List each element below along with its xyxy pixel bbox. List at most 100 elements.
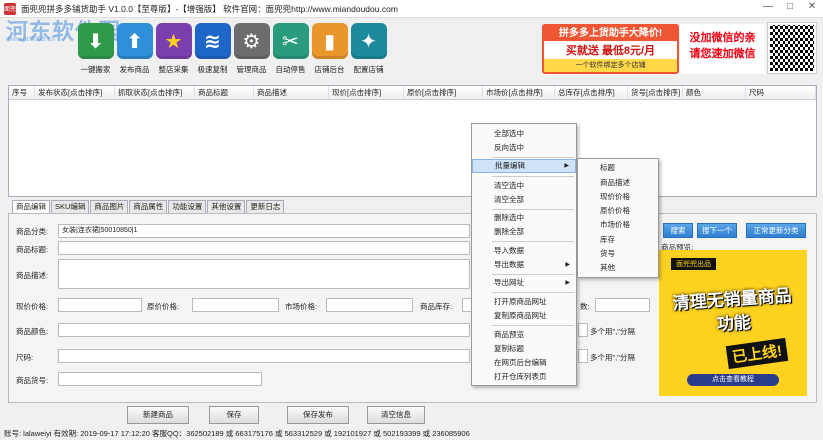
tool-publish[interactable]: ⬆ 发布商品 <box>115 20 154 80</box>
submenu-stock[interactable]: 库存 <box>578 233 658 247</box>
search-next-button[interactable]: 搜下一个 <box>697 223 737 238</box>
color-field-tail[interactable] <box>578 323 588 337</box>
menu-invert-select[interactable]: 反向选中 <box>472 141 576 155</box>
submenu-orig-price[interactable]: 原价价格 <box>578 204 658 218</box>
col-color[interactable]: 颜色 <box>683 86 746 99</box>
preview-image[interactable]: 面兜兜出品 清理无销量商品功能 已上线! 点击查看教程 <box>659 250 807 396</box>
menu-delete-all[interactable]: 删除全部 <box>472 225 576 239</box>
menu-preview[interactable]: 商品预览 <box>472 328 576 342</box>
new-product-button[interactable]: 新建商品 <box>127 406 189 424</box>
col-desc[interactable]: 商品描述 <box>254 86 329 99</box>
tab-sku-edit[interactable]: SKU编辑 <box>51 200 90 213</box>
close-icon[interactable]: ✕ <box>805 1 819 12</box>
search-button[interactable]: 搜索 <box>663 223 693 238</box>
price-field[interactable] <box>58 298 142 312</box>
menu-copy-source-url[interactable]: 复制原商品网址 <box>472 309 576 323</box>
tool-config-shop[interactable]: ✦ 配置店铺 <box>349 20 388 80</box>
size-sep-hint: 多个用","分隔 <box>590 353 635 362</box>
tool-manage[interactable]: ⚙ 管理商品 <box>232 20 271 80</box>
orig-price-field[interactable] <box>192 298 279 312</box>
promo-banner[interactable]: 拼多多上货助手大降价! 买就送 最低8元/月 一个软件绑定多个店铺 <box>542 24 679 74</box>
layers-icon: ≋ <box>194 23 231 59</box>
tab-images[interactable]: 商品图片 <box>90 200 129 213</box>
tool-fast-copy[interactable]: ≋ 极速复制 <box>193 20 232 80</box>
tab-other-settings[interactable]: 其他设置 <box>207 200 246 213</box>
tool-shop-admin[interactable]: ▮ 店铺后台 <box>310 20 349 80</box>
maximize-icon[interactable]: □ <box>783 1 797 12</box>
main-toolbar: ⬇ 一键搬家 ⬆ 发布商品 ★ 整店采集 ≋ 极速复制 ⚙ 管理商品 ✂ 自动停售 ▮ 店铺后… <box>76 20 388 80</box>
submenu-market-price[interactable]: 市场价格 <box>578 218 658 232</box>
submenu-sku[interactable]: 货号 <box>578 247 658 261</box>
clear-button[interactable]: 清空信息 <box>367 406 425 424</box>
menu-separator <box>492 176 574 177</box>
col-market-price[interactable]: 市场价[点击排序] <box>483 86 555 99</box>
col-index[interactable]: 序号 <box>9 86 35 99</box>
banner-price: 买就送 最低8元/月 <box>565 45 656 57</box>
col-size[interactable]: 尺码 <box>746 86 816 99</box>
menu-open-warehouse[interactable]: 打开仓库列表页 <box>472 370 576 384</box>
size-field[interactable] <box>58 349 470 363</box>
col-sku[interactable]: 货号[点击排序] <box>628 86 683 99</box>
save-button[interactable]: 保存 <box>209 406 259 424</box>
menu-clear-all[interactable]: 清空全部 <box>472 193 576 207</box>
editor-tabs: 商品编辑 SKU编辑 商品图片 商品属性 功能设置 其他设置 更新日志 <box>12 200 285 213</box>
product-grid[interactable]: 序号 发布状态[点击排序] 抓取状态[点击排序] 商品标题 商品描述 现价[点击… <box>8 85 817 197</box>
menu-batch-edit[interactable]: 批量编辑 ▶ <box>472 159 576 173</box>
menu-copy-title[interactable]: 复制标题 <box>472 342 576 356</box>
col-fetch-status[interactable]: 抓取状态[点击排序] <box>115 86 195 99</box>
tool-one-click-move[interactable]: ⬇ 一键搬家 <box>76 20 115 80</box>
preview-tutorial-button[interactable]: 点击查看教程 <box>687 374 779 386</box>
col-stock[interactable]: 总库存[点击排序] <box>555 86 628 99</box>
menu-export-url[interactable]: 导出网址 ▶ <box>472 276 576 290</box>
col-title[interactable]: 商品标题 <box>195 86 254 99</box>
desc-field[interactable] <box>58 259 470 289</box>
menu-open-source-url[interactable]: 打开原商品网址 <box>472 295 576 309</box>
submenu-title[interactable]: 标题 <box>578 161 658 175</box>
menu-clear-selected[interactable]: 清空选中 <box>472 179 576 193</box>
tool-shop-collect[interactable]: ★ 整店采集 <box>154 20 193 80</box>
preview-online: 已上线! <box>725 337 789 370</box>
menu-delete-selected[interactable]: 删除选中 <box>472 211 576 225</box>
tab-changelog[interactable]: 更新日志 <box>246 200 285 213</box>
tab-function-settings[interactable]: 功能设置 <box>168 200 207 213</box>
menu-select-all[interactable]: 全部选中 <box>472 127 576 141</box>
tab-attributes[interactable]: 商品属性 <box>129 200 168 213</box>
title-bar: 面兜 面兜兜拼多多铺货助手 V1.0.0【至尊版】-【增强版】 软件官网：面兜兜… <box>0 0 823 18</box>
wechat-banner[interactable]: 没加微信的亲 请您速加微信 <box>680 24 765 74</box>
category-field[interactable]: 女装|连衣裙|50010850|1 <box>58 224 470 238</box>
tools-icon: ✦ <box>350 23 387 59</box>
menu-separator <box>492 157 574 158</box>
menu-edit-in-backend[interactable]: 在网页后台编辑 <box>472 356 576 370</box>
color-field[interactable] <box>58 323 470 337</box>
sku-label: 商品货号: <box>16 376 49 385</box>
col-price[interactable]: 现价[点击排序] <box>329 86 404 99</box>
update-category-button[interactable]: 正常更新分类 <box>746 223 806 238</box>
size-label: 尺码: <box>16 353 34 362</box>
size-field-tail[interactable] <box>578 349 588 363</box>
col-publish-status[interactable]: 发布状态[点击排序] <box>35 86 115 99</box>
weight-field[interactable] <box>595 298 650 312</box>
col-orig-price[interactable]: 原价[点击排序] <box>404 86 483 99</box>
download-icon: ⬇ <box>77 23 114 59</box>
menu-separator <box>492 274 574 275</box>
tab-product-edit[interactable]: 商品编辑 <box>12 200 50 213</box>
banner-footer: 一个软件绑定多个店铺 <box>544 59 677 72</box>
menu-export-data[interactable]: 导出数据 ▶ <box>472 258 576 272</box>
menu-import-data[interactable]: 导入数据 <box>472 244 576 258</box>
submenu-desc[interactable]: 商品描述 <box>578 176 658 190</box>
action-bar: 新建商品 保存 保存发布 清空信息 <box>0 404 823 426</box>
sku-field[interactable] <box>58 372 262 386</box>
tool-auto-stop[interactable]: ✂ 自动停售 <box>271 20 310 80</box>
context-menu: 全部选中 反向选中 批量编辑 ▶ 清空选中 清空全部 删除选中 删除全部 导入数据… <box>471 123 577 386</box>
minimize-icon[interactable]: — <box>761 1 775 12</box>
market-price-field[interactable] <box>326 298 413 312</box>
window-title: 面兜兜拼多多铺货助手 V1.0.0【至尊版】-【增强版】 软件官网：面兜兜htt… <box>21 3 398 14</box>
wechat-line-1: 没加微信的亲 <box>689 32 756 44</box>
title-field[interactable] <box>58 241 470 255</box>
wechat-line-2: 请您速加微信 <box>689 48 756 60</box>
submenu-price[interactable]: 现价价格 <box>578 190 658 204</box>
category-label: 商品分类: <box>16 227 49 236</box>
save-publish-button[interactable]: 保存发布 <box>287 406 349 424</box>
submenu-other[interactable]: 其他 <box>578 261 658 275</box>
preview-tag: 面兜兜出品 <box>671 258 716 270</box>
